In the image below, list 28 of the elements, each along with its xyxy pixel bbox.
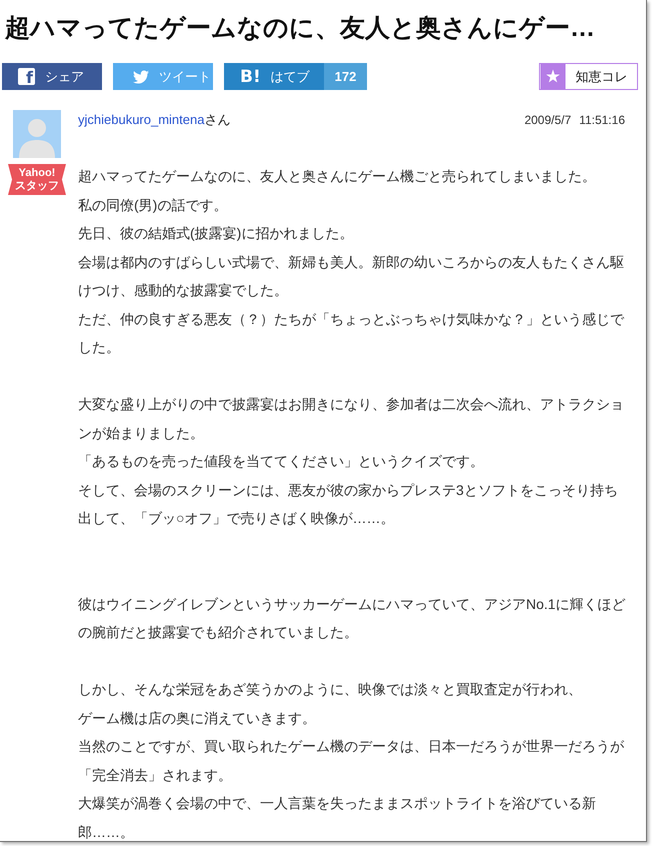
post-date: 2009/5/7 bbox=[524, 113, 572, 127]
bookmark-button[interactable]: B! はてブ bbox=[224, 63, 324, 90]
body-text: 当然のことですが、買い取られたゲーム機のデータは、日本一だろうが世界一だろうが「完全消去」されます。 bbox=[78, 737, 625, 784]
body-text: 大爆笑が渦巻く会場の中で、一人言葉を失ったままスポットライトを浴びている新郎……。 bbox=[78, 794, 597, 841]
b-logo: B! bbox=[240, 66, 261, 86]
body-text: 大変な盛り上がりの中で披露宴はお開きになり、参加者は二次会へ流れ、アトラクションが始まりました。 bbox=[78, 395, 625, 442]
f-logo: f bbox=[18, 68, 35, 85]
body-text: 先日、彼の結婚式(披露宴)に招かれました。 bbox=[78, 224, 354, 243]
body-text: 「あるものを売った値段を当ててください」というクイズです。 bbox=[78, 452, 485, 471]
body-text: 超ハマってたゲームなのに、友人と奥さんにゲーム機ごと売られてしまいました。 bbox=[78, 167, 597, 186]
share-button[interactable]: f シェア bbox=[2, 63, 102, 90]
body-text: ゲーム機は店の奥に消えていきます。 bbox=[78, 708, 317, 728]
bookmark-count: 172 bbox=[324, 63, 367, 90]
honorific-text: さん bbox=[204, 112, 230, 127]
collect-button[interactable]: 知恵コレ bbox=[539, 63, 638, 90]
badge-text: Yahoo! bbox=[18, 166, 56, 180]
page-title: 超ハマってたゲームなのに、友人と奥さんにゲー… bbox=[4, 13, 596, 44]
avatar-icon bbox=[13, 110, 61, 158]
body-text: そして、会場のスクリーンには、悪友が彼の家からプレステ3とソフトをこっそり持ち出して、「ブッ○オフ」で売りさばく映像が……。 bbox=[78, 480, 619, 528]
bird-icon bbox=[133, 70, 149, 84]
body-text: 私の同僚(男)の話です。 bbox=[78, 196, 228, 215]
post-time: 11:51:16 bbox=[579, 113, 625, 127]
body-text: ただ、仲の良すぎる悪友（？）たちが「ちょっとぶっちゃけ気味かな？」という感じでした。 bbox=[78, 310, 626, 357]
badge-text: スタッフ bbox=[15, 180, 59, 192]
body-text: 会場は都内のすばらしい式場で、新婦も美人。新郎の幼いころからの友人もたくさん駆けつけ、感動的な披露宴でした。 bbox=[78, 252, 625, 300]
username-link[interactable]: yjchiebukuro_mintena bbox=[78, 112, 204, 127]
body-text: しかし、そんな栄冠をあざ笑うかのように、映像では淡々と買取査定が行われ、 bbox=[78, 680, 583, 699]
body-text: 彼はウイニングイレブンというサッカーゲームにハマっていて、アジアNo.1に輝くほどの腕前だと披露宴でも紹介されていました。 bbox=[78, 594, 627, 642]
